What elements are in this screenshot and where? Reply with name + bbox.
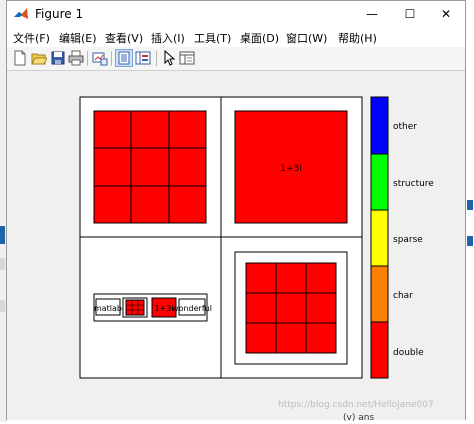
legend-swatch-double [370,321,389,379]
hide-plot-tools-icon [118,51,130,65]
menu-desktop[interactable]: 桌面(D) [240,30,279,46]
show-plot-tools-icon[interactable] [135,50,151,66]
print-icon[interactable] [68,50,84,66]
background-window-strip [466,0,474,422]
maximize-icon: ☐ [404,7,416,21]
legend-label-sparse: sparse [393,235,423,245]
background-window-edge [467,236,473,246]
toolbar [7,47,465,71]
minimize-button[interactable]: — [353,1,391,27]
legend-swatch-structure [370,153,389,211]
figure-window: Figure 1 — ☐ ✕ 文件(F) 编辑(E) 查看(V) 插入(I) 工… [6,0,466,420]
menu-edit[interactable]: 编辑(E) [59,30,97,46]
edit-plot-pointer-icon[interactable] [161,50,177,66]
type-legend: other structure sparse char double [370,96,434,379]
menu-tools[interactable]: 工具(T) [194,30,231,46]
legend-label-double: double [393,348,424,358]
legend-label-structure: structure [393,179,434,189]
menu-window[interactable]: 窗口(W) [286,30,327,46]
complex-cell: 1+3i [234,110,348,224]
watermark-text: https://blog.csdn.net/HelloJane007 [278,400,434,410]
background-window-edge [0,226,5,244]
nested-matrix-cell-bottom-right [234,251,348,365]
legend-swatch-char [370,265,389,323]
legend-label-char: char [393,291,413,301]
complex-value-label: 1+3i [280,164,302,174]
nested-cell-array: matlab 1+3i wonderful [93,293,212,322]
toolbar-separator [156,51,157,66]
toolbar-separator [111,51,112,66]
background-window-edge [467,200,473,210]
background-window-edge [0,258,5,270]
menu-view[interactable]: 查看(V) [105,30,143,46]
menu-help[interactable]: 帮助(H) [338,30,377,46]
matrix-cell-top-left [93,110,207,224]
close-button[interactable]: ✕ [427,1,465,27]
cellplot-graphic: 1+3i matlab 1+3i wonderful other structu… [79,96,434,379]
legend-swatch-sparse [370,209,389,267]
close-icon: ✕ [440,7,452,21]
figure-canvas: 1+3i matlab 1+3i wonderful other structu… [7,71,465,420]
minimize-icon: — [366,7,378,21]
menu-file[interactable]: 文件(F) [13,30,50,46]
window-title: Figure 1 [35,7,84,21]
save-icon[interactable] [50,50,66,66]
maximize-button[interactable]: ☐ [391,1,429,27]
open-property-inspector-icon[interactable] [179,50,195,66]
new-figure-icon[interactable] [12,50,28,66]
legend-swatch-other [370,96,389,155]
nested-char-label: matlab [94,304,122,313]
nested-complex-label: 1+3i [154,304,173,313]
title-bar[interactable]: Figure 1 — ☐ ✕ [7,1,465,27]
open-file-icon[interactable] [31,50,47,66]
nested-string-label: wonderful [172,304,212,313]
legend-label-other: other [393,122,417,132]
menu-bar: 文件(F) 编辑(E) 查看(V) 插入(I) 工具(T) 桌面(D) 窗口(W… [7,27,465,47]
link-plot-icon[interactable] [92,50,108,66]
menu-insert[interactable]: 插入(I) [151,30,185,46]
matlab-logo-icon [14,8,28,19]
toolbar-separator [87,51,88,66]
background-window-edge [0,300,5,312]
